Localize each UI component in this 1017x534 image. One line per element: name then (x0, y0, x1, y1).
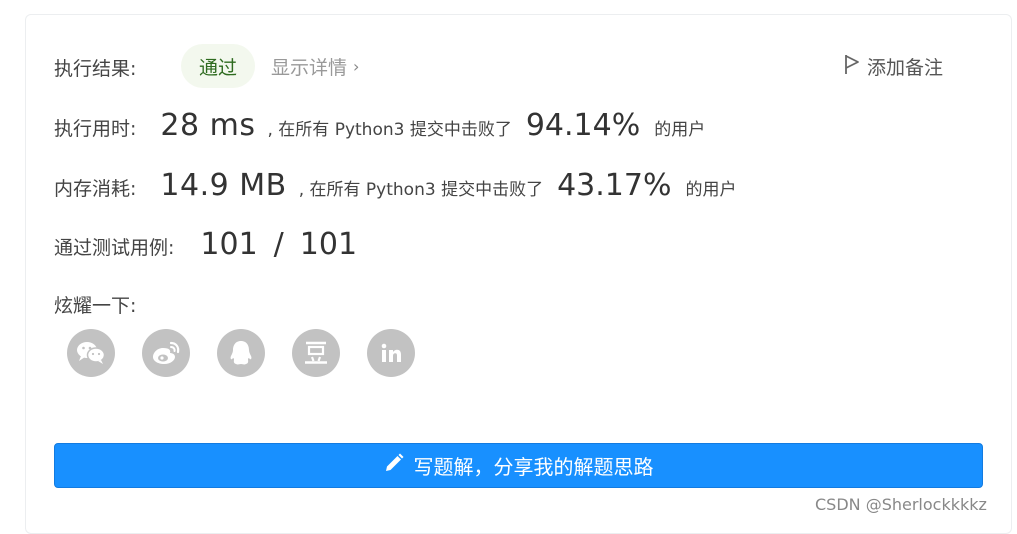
testcases-passed: 101 (200, 227, 258, 262)
memory-beat-text: , 在所有 Python3 提交中击败了 (298, 180, 544, 200)
runtime-percentile: 94.14% (525, 108, 641, 143)
write-solution-label: 写题解，分享我的解题思路 (413, 455, 654, 479)
testcases-row: 通过测试用例: 101 / 101 (54, 227, 357, 262)
flag-icon (843, 53, 861, 80)
testcases-separator: / (273, 227, 284, 262)
runtime-row: 执行用时: 28 ms , 在所有 Python3 提交中击败了 94.14% … (54, 108, 705, 143)
show-details-link[interactable]: 显示详情 › (271, 53, 359, 80)
testcases-label: 通过测试用例: (54, 237, 175, 259)
pencil-icon (384, 453, 404, 478)
runtime-suffix: 的用户 (654, 120, 706, 140)
linkedin-icon[interactable] (367, 329, 415, 377)
weibo-icon[interactable] (142, 329, 190, 377)
qq-icon[interactable] (217, 329, 265, 377)
share-label: 炫耀一下: (54, 295, 137, 317)
memory-suffix: 的用户 (685, 180, 737, 200)
add-note-label: 添加备注 (867, 57, 944, 79)
memory-row: 内存消耗: 14.9 MB , 在所有 Python3 提交中击败了 43.17… (54, 168, 736, 203)
add-note-button[interactable]: 添加备注 (843, 53, 943, 80)
result-row: 执行结果: (54, 54, 136, 81)
runtime-value: 28 ms (160, 108, 256, 143)
wechat-icon[interactable] (67, 329, 115, 377)
share-icons (67, 329, 415, 377)
testcases-total: 101 (299, 227, 358, 262)
runtime-beat-text: , 在所有 Python3 提交中击败了 (267, 120, 512, 140)
chevron-right-icon: › (353, 57, 360, 76)
memory-value: 14.9 MB (160, 168, 287, 203)
share-row: 炫耀一下: (54, 291, 136, 318)
runtime-label: 执行用时: (54, 118, 137, 140)
douban-icon[interactable] (292, 329, 340, 377)
status-badge: 通过 (181, 44, 255, 88)
write-solution-button[interactable]: 写题解，分享我的解题思路 (54, 443, 983, 488)
memory-percentile: 43.17% (557, 168, 672, 203)
result-label: 执行结果: (54, 58, 137, 80)
memory-label: 内存消耗: (54, 178, 137, 200)
show-details-label: 显示详情 (271, 57, 348, 79)
watermark: CSDN @Sherlockkkkz (815, 495, 987, 514)
